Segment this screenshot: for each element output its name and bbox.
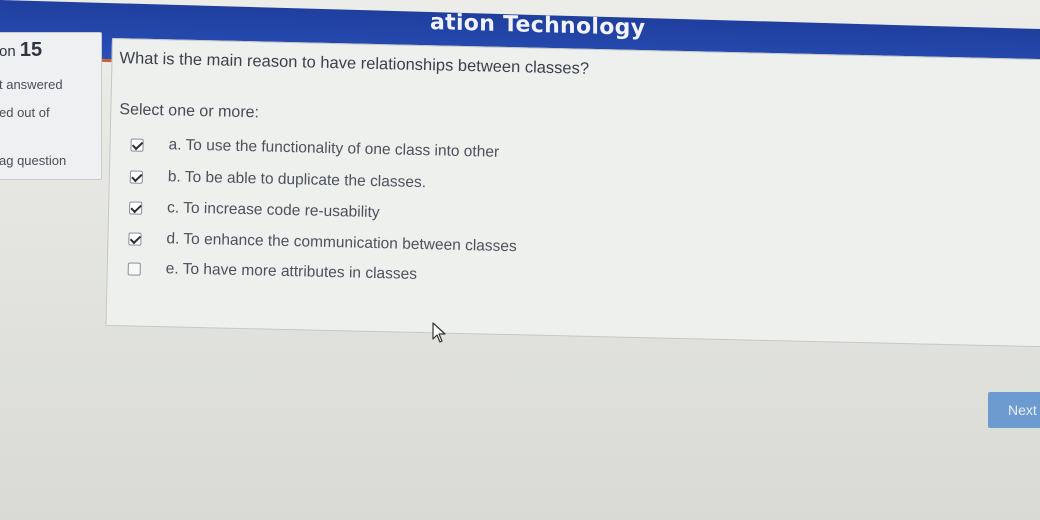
option-label: d. To enhance the communication between … <box>166 230 517 256</box>
question-prefix: on <box>0 43 16 60</box>
question-info-panel: on 15 t answered ed out of ag question <box>0 32 102 180</box>
option-b[interactable]: b. To be able to duplicate the classes. <box>129 167 730 205</box>
question-number: on 15 <box>0 39 42 62</box>
checkbox-icon[interactable] <box>128 232 142 246</box>
option-e[interactable]: e. To have more attributes in classes <box>127 259 727 297</box>
marked-out-of: ed out of <box>0 105 50 120</box>
option-label: c. To increase code re-usability <box>166 199 380 222</box>
answer-status: t answered <box>0 77 63 92</box>
option-label: e. To have more attributes in classes <box>165 260 418 283</box>
checkbox-icon[interactable] <box>129 170 143 184</box>
checkbox-icon[interactable] <box>130 138 144 152</box>
question-text: What is the main reason to have relation… <box>119 49 590 78</box>
next-button[interactable]: Next <box>988 392 1040 428</box>
flag-question-link[interactable]: ag question <box>0 153 66 168</box>
option-label: b. To be able to duplicate the classes. <box>167 168 427 192</box>
select-prompt: Select one or more: <box>119 101 260 122</box>
site-title: ation Technology <box>430 10 646 42</box>
checkbox-icon[interactable] <box>129 201 143 215</box>
option-a[interactable]: a. To use the functionality of one class… <box>130 135 730 173</box>
mouse-pointer-icon <box>432 322 446 343</box>
option-label: a. To use the functionality of one class… <box>168 136 500 161</box>
checkbox-icon[interactable] <box>127 262 141 276</box>
question-panel: What is the main reason to have relation… <box>105 38 1040 348</box>
option-c[interactable]: c. To increase code re-usability <box>129 198 729 236</box>
question-number-value: 15 <box>19 39 43 61</box>
